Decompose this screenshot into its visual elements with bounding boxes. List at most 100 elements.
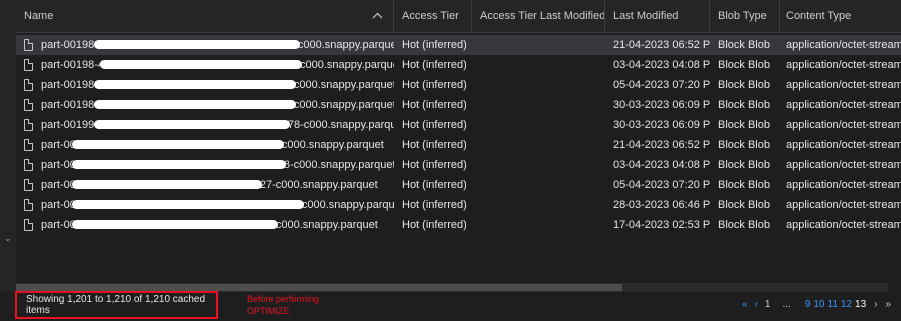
cell-access-tier: Hot (inferred)	[402, 39, 467, 51]
pager-ellipsis: ...	[782, 298, 791, 310]
file-icon	[24, 199, 33, 211]
next-page-icon[interactable]: ›	[874, 299, 877, 310]
page-1-link[interactable]: 1	[765, 299, 771, 310]
cell-name: part-00 27-c000.snappy.parquet	[16, 175, 394, 195]
cell-last-modified: 05-04-2023 07:20 PM	[613, 179, 710, 191]
column-header-last-modified[interactable]: Last Modified	[605, 0, 710, 32]
cell-last-modified: 05-04-2023 07:20 PM	[613, 79, 710, 91]
table-row[interactable]: part-00198- c000.snappy.parquet Hot (infer…	[16, 95, 901, 115]
cell-blob-type: Block Blob	[718, 99, 770, 111]
scrollbar-thumb[interactable]	[16, 284, 622, 291]
column-header-blob-type[interactable]: Blob Type	[710, 0, 780, 32]
table-row[interactable]: part-00198- c000.snappy.parquet Hot (infer…	[16, 35, 901, 55]
file-name: part-00198-4 c000.snappy.parquet	[41, 59, 394, 71]
table-row[interactable]: part-00 c000.snappy.parquet Hot (inferred)…	[16, 215, 901, 235]
chevron-up-icon[interactable]	[372, 10, 383, 22]
file-name: part-00198- c000.snappy.parquet	[41, 79, 394, 91]
first-page-icon[interactable]: «	[742, 299, 748, 310]
file-name: part-00 c000.snappy.parquet	[41, 219, 378, 231]
file-name: part-00198- c000.snappy.parquet	[41, 99, 394, 111]
cell-content-type: application/octet-stream	[786, 59, 901, 71]
page-13-current[interactable]: 13	[855, 299, 866, 310]
cell-content-type: application/octet-stream	[786, 99, 901, 111]
column-header-content-type[interactable]: Content Type	[780, 0, 901, 32]
file-name-suffix: c000.snappy.parquet	[293, 79, 394, 91]
cell-access-tier-last-modified	[472, 155, 605, 175]
file-name: part-00 c000.snappy.parquet	[41, 199, 394, 211]
page-12-link[interactable]: 12	[841, 299, 852, 310]
left-gutter: ⌄	[0, 0, 16, 321]
page-9-link[interactable]: 9	[805, 299, 811, 310]
column-header-access-tier[interactable]: Access Tier	[394, 0, 472, 32]
cell-name: part-00198-4 c000.snappy.parquet	[16, 55, 394, 75]
page-10-link[interactable]: 10	[813, 299, 824, 310]
cell-blob-type: Block Blob	[718, 119, 770, 131]
file-name-prefix: part-00	[41, 139, 76, 151]
column-header-name[interactable]: Name	[16, 0, 394, 32]
file-name-suffix: c000.snappy.parquet	[301, 199, 394, 211]
cell-access-tier: Hot (inferred)	[402, 79, 467, 91]
cell-blob-type: Block Blob	[718, 219, 770, 231]
redaction-mark	[71, 140, 284, 150]
column-header-last-modified-label: Last Modified	[613, 10, 679, 22]
cell-access-tier: Hot (inferred)	[402, 219, 467, 231]
cell-blob-type: Block Blob	[718, 59, 770, 71]
cell-last-modified: 30-03-2023 06:09 PM	[613, 99, 710, 111]
prev-page-icon[interactable]: ‹	[755, 299, 758, 310]
redaction-bar	[71, 180, 262, 190]
file-icon	[24, 39, 33, 51]
file-name-prefix: part-00198-4	[41, 59, 104, 71]
redaction-mark	[71, 200, 304, 210]
cell-access-tier: Hot (inferred)	[402, 179, 467, 191]
file-name: part-00 27-c000.snappy.parquet	[41, 179, 378, 191]
file-name-suffix: c000.snappy.parquet	[293, 99, 394, 111]
redaction-mark	[93, 120, 290, 130]
cell-access-tier: Hot (inferred)	[402, 139, 467, 151]
cell-last-modified: 17-04-2023 02:53 PM	[613, 219, 710, 231]
redaction-bar	[93, 120, 290, 130]
table-row[interactable]: part-00 8-c000.snappy.parquet Hot (inferre…	[16, 155, 901, 175]
table-row[interactable]: part-00198- c000.snappy.parquet Hot (infer…	[16, 75, 901, 95]
table-row[interactable]: part-00199- 78-c000.snappy.parquet Hot (in…	[16, 115, 901, 135]
last-page-icon[interactable]: »	[885, 299, 891, 310]
cell-content-type: application/octet-stream	[786, 179, 901, 191]
table-row[interactable]: part-00 c000.snappy.parquet Hot (inferred)…	[16, 195, 901, 215]
cell-name: part-00198- c000.snappy.parquet	[16, 75, 394, 95]
annotation-line-2: OPTIMIZE	[247, 306, 290, 316]
redaction-bar	[71, 200, 304, 210]
cell-name: part-00 c000.snappy.parquet	[16, 135, 394, 155]
file-name: part-00 c000.snappy.parquet	[41, 139, 384, 151]
redaction-bar	[100, 60, 302, 70]
redaction-bar	[93, 80, 296, 90]
cell-access-tier-last-modified	[472, 195, 605, 215]
cell-last-modified: 30-03-2023 06:09 PM	[613, 119, 710, 131]
redaction-bar	[71, 160, 286, 170]
column-header-access-tier-label: Access Tier	[402, 10, 459, 22]
redaction-mark	[71, 180, 262, 190]
cell-content-type: application/octet-stream	[786, 139, 901, 151]
cell-access-tier-last-modified	[472, 175, 605, 195]
file-icon	[24, 179, 33, 191]
cell-access-tier-last-modified	[472, 135, 605, 155]
redaction-bar	[93, 40, 300, 50]
status-highlight-box: Showing 1,201 to 1,210 of 1,210 cached i…	[15, 291, 218, 319]
cell-access-tier: Hot (inferred)	[402, 99, 467, 111]
column-header-name-label: Name	[24, 10, 54, 22]
file-name-suffix: c000.snappy.parquet	[297, 39, 394, 51]
redaction-mark	[71, 220, 278, 230]
status-text: Showing 1,201 to 1,210 of 1,210 cached i…	[26, 294, 206, 316]
cell-blob-type: Block Blob	[718, 39, 770, 51]
table-row[interactable]: part-00 c000.snappy.parquet Hot (inferred)…	[16, 135, 901, 155]
file-icon	[24, 159, 33, 171]
page-11-link[interactable]: 11	[828, 299, 838, 310]
column-header-access-tier-last-modified[interactable]: Access Tier Last Modified	[472, 0, 605, 32]
pagination: « ‹ 1 ... 9 10 11 12 13 › »	[742, 297, 898, 311]
file-name-suffix: 78-c000.snappy.parquet	[287, 119, 394, 131]
table-row[interactable]: part-00 27-c000.snappy.parquet Hot (inferr…	[16, 175, 901, 195]
table-row[interactable]: part-00198-4 c000.snappy.parquet Hot (infe…	[16, 55, 901, 75]
cell-blob-type: Block Blob	[718, 179, 770, 191]
cell-name: part-00199- 78-c000.snappy.parquet	[16, 115, 394, 135]
file-name: part-00199- 78-c000.snappy.parquet	[41, 119, 394, 131]
cell-content-type: application/octet-stream	[786, 199, 901, 211]
cell-access-tier: Hot (inferred)	[402, 199, 467, 211]
